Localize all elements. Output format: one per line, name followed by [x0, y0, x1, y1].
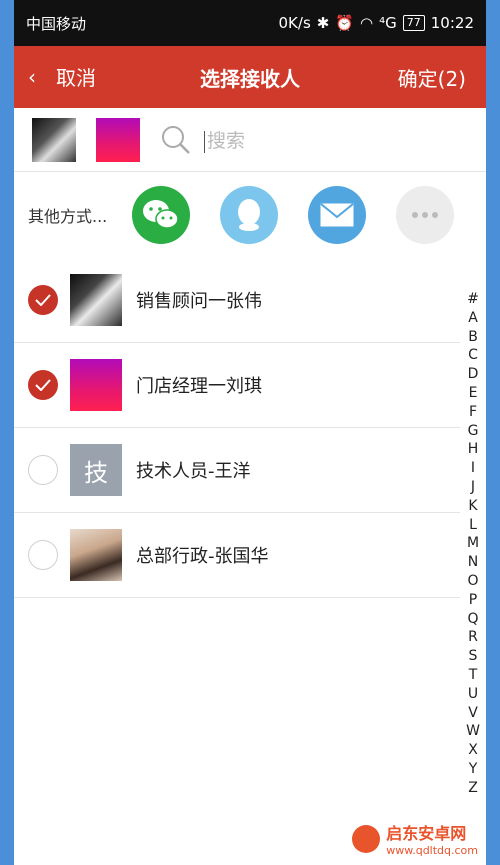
contact-name: 总部行政-张国华: [136, 546, 269, 567]
list-item[interactable]: 门店经理一刘琪: [14, 343, 460, 428]
index-letter[interactable]: A: [468, 309, 478, 328]
qq-icon[interactable]: [220, 186, 278, 244]
wechat-icon[interactable]: [132, 186, 190, 244]
watermark-url: www.qdltdq.com: [386, 844, 478, 857]
index-letter[interactable]: Y: [469, 760, 478, 779]
selected-recipients: 搜索: [14, 108, 486, 172]
contact-name: 门店经理一刘琪: [136, 376, 262, 397]
network-speed: 0K/s: [278, 14, 311, 32]
index-letter[interactable]: O: [467, 572, 478, 591]
avatar: 技: [70, 444, 122, 496]
index-letter[interactable]: X: [468, 741, 478, 760]
carrier-label: 中国移动: [26, 14, 87, 33]
share-label: 其他方式...: [28, 207, 108, 226]
title-bar: ‹ 取消 选择接收人 确定(2): [14, 46, 486, 108]
watermark-name: 启东安卓网: [386, 824, 467, 843]
wifi-icon: ◠: [360, 14, 374, 32]
checked-icon[interactable]: [28, 370, 58, 400]
list-item[interactable]: 销售顾问一张伟: [14, 258, 460, 343]
index-letter[interactable]: B: [468, 328, 478, 347]
index-letter[interactable]: S: [469, 647, 478, 666]
index-letter[interactable]: V: [468, 704, 478, 723]
chevron-left-icon: ‹: [28, 64, 36, 89]
index-letter[interactable]: M: [467, 534, 479, 553]
alphabet-index[interactable]: # A B C D E F G H I J K L M N O P Q R S T U V W X Y Z: [462, 290, 484, 798]
index-letter[interactable]: W: [466, 722, 480, 741]
index-letter[interactable]: T: [469, 666, 478, 685]
avatar: [70, 529, 122, 581]
index-letter[interactable]: L: [469, 516, 477, 535]
index-letter[interactable]: G: [468, 422, 479, 441]
index-letter[interactable]: D: [468, 365, 479, 384]
status-bar: 中国移动 0K/s ✱ ⏰ ◠ ⁴G 77 10:22: [14, 0, 486, 46]
share-options: 其他方式...: [14, 172, 486, 258]
search-input[interactable]: 搜索: [160, 124, 245, 156]
contact-name: 技术人员-王洋: [136, 461, 251, 482]
index-letter[interactable]: K: [468, 497, 477, 516]
contact-list: 销售顾问一张伟 门店经理一刘琪 技 技术人员-王洋 总部行政-张国华: [14, 258, 460, 598]
index-letter[interactable]: F: [469, 403, 477, 422]
index-letter[interactable]: H: [468, 440, 479, 459]
index-letter[interactable]: #: [467, 290, 479, 309]
index-letter[interactable]: E: [469, 384, 478, 403]
index-letter[interactable]: C: [468, 346, 478, 365]
more-icon[interactable]: [396, 186, 454, 244]
index-letter[interactable]: U: [468, 685, 478, 704]
battery-icon: 77: [402, 15, 425, 31]
alarm-icon: ⏰: [335, 14, 355, 32]
text-caret: [204, 130, 205, 153]
mail-icon[interactable]: [308, 186, 366, 244]
bluetooth-icon: ✱: [316, 14, 330, 32]
watermark: 启东安卓网 www.qdltdq.com: [352, 820, 478, 857]
search-icon: [162, 125, 190, 154]
cancel-label: 取消: [56, 66, 96, 90]
index-letter[interactable]: I: [471, 459, 475, 478]
checked-icon[interactable]: [28, 285, 58, 315]
unchecked-icon[interactable]: [28, 455, 58, 485]
index-letter[interactable]: P: [469, 591, 477, 610]
index-letter[interactable]: N: [468, 553, 478, 572]
list-item[interactable]: 技 技术人员-王洋: [14, 428, 460, 513]
confirm-button[interactable]: 确定(2): [398, 63, 466, 92]
index-letter[interactable]: Q: [467, 610, 478, 629]
avatar: [70, 274, 122, 326]
signal-icon: ⁴G: [379, 14, 397, 32]
avatar: [70, 359, 122, 411]
unchecked-icon[interactable]: [28, 540, 58, 570]
contact-name: 销售顾问一张伟: [136, 291, 262, 312]
index-letter[interactable]: R: [468, 628, 478, 647]
selected-avatar[interactable]: [32, 117, 76, 162]
index-letter[interactable]: J: [471, 478, 475, 497]
clock: 10:22: [430, 14, 474, 32]
search-placeholder: 搜索: [207, 130, 246, 152]
selected-avatar[interactable]: [96, 117, 140, 162]
watermark-logo-icon: [352, 824, 381, 853]
index-letter[interactable]: Z: [468, 779, 478, 798]
list-item[interactable]: 总部行政-张国华: [14, 513, 460, 598]
cancel-button[interactable]: ‹ 取消: [28, 62, 96, 91]
